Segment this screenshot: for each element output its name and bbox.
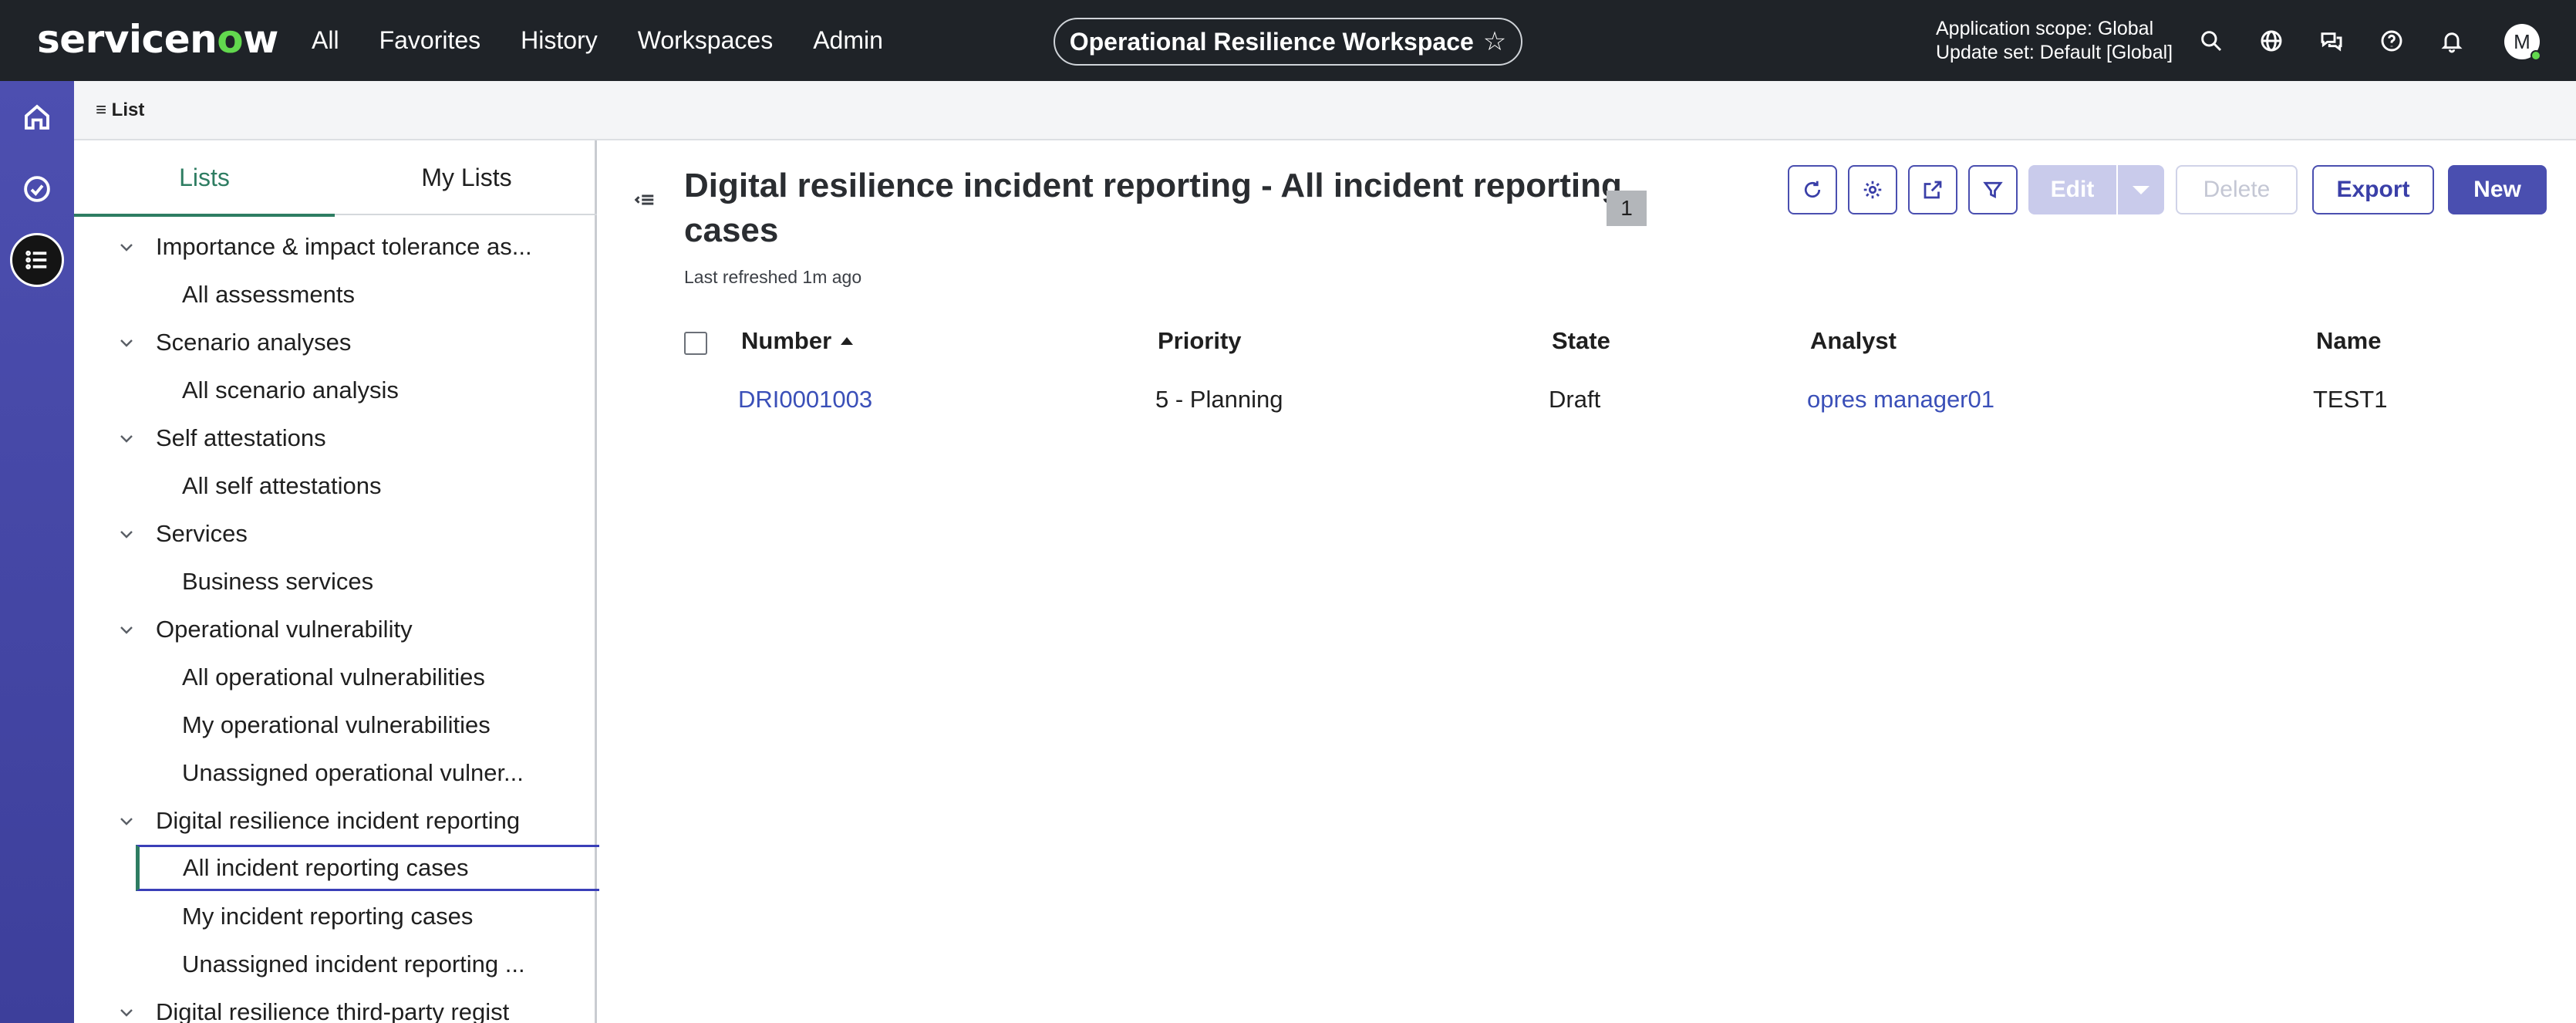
tree-item-unassigned-incident-reporting[interactable]: Unassigned incident reporting ...: [182, 942, 525, 987]
tab-lists[interactable]: Lists: [74, 140, 335, 217]
share-button[interactable]: [1908, 165, 1957, 214]
cell-analyst-link[interactable]: opres manager01: [1807, 376, 1994, 423]
gear-icon: [1863, 181, 1882, 199]
main-nav: All Favorites History Workspaces Admin: [312, 0, 923, 81]
record-count-badge: 1: [1607, 191, 1647, 226]
tree-item-business-services[interactable]: Business services: [182, 559, 373, 604]
search-icon[interactable]: [2181, 29, 2241, 53]
top-navigation-bar: servicenow All Favorites History Workspa…: [0, 0, 2576, 81]
tree-group-importance[interactable]: Importance & impact tolerance as...: [111, 225, 532, 269]
edit-button[interactable]: Edit: [2028, 165, 2116, 214]
collapse-panel-icon[interactable]: [633, 188, 656, 215]
column-header-number[interactable]: Number: [741, 318, 854, 364]
check-circle-icon: [24, 176, 50, 202]
column-header-name[interactable]: Name: [2316, 318, 2381, 364]
chevron-down-icon[interactable]: [111, 333, 142, 352]
page-title: Digital resilience incident reporting - …: [684, 167, 1622, 249]
edit-dropdown-button[interactable]: [2116, 165, 2164, 214]
workspace-pill[interactable]: Operational Resilience Workspace ☆: [1054, 18, 1522, 66]
user-avatar[interactable]: M: [2504, 24, 2541, 61]
help-icon[interactable]: [2362, 29, 2422, 53]
tab-my-lists[interactable]: My Lists: [336, 140, 597, 215]
list-main-area: Digital resilience incident reporting - …: [599, 140, 2576, 1023]
tree-group-services[interactable]: Services: [111, 512, 248, 556]
nav-admin[interactable]: Admin: [813, 26, 883, 55]
workspace-title: Operational Resilience Workspace: [1069, 27, 1474, 56]
cell-state: Draft: [1549, 386, 1601, 413]
tree-group-operational-vulnerability[interactable]: Operational vulnerability: [111, 607, 413, 652]
table-header: Number Priority State Analyst Name: [599, 318, 2576, 364]
chevron-down-icon[interactable]: [111, 238, 142, 256]
chevron-down-icon[interactable]: [111, 525, 142, 543]
servicenow-logo[interactable]: servicenow: [37, 17, 278, 62]
tree-item-unassigned-operational-vulnerabilities[interactable]: Unassigned operational vulner...: [182, 751, 524, 795]
nav-history[interactable]: History: [521, 26, 598, 55]
share-icon: [1924, 181, 1942, 199]
chevron-down-icon[interactable]: [111, 812, 142, 830]
bell-icon[interactable]: [2422, 29, 2482, 53]
tree-item-my-operational-vulnerabilities[interactable]: My operational vulnerabilities: [182, 703, 491, 748]
tree-item-all-operational-vulnerabilities[interactable]: All operational vulnerabilities: [182, 655, 485, 700]
filter-icon: [1983, 181, 2003, 198]
tasks-button[interactable]: [10, 162, 64, 216]
tree-item-all-scenario-analysis[interactable]: All scenario analysis: [182, 368, 399, 413]
star-icon[interactable]: ☆: [1483, 26, 1506, 57]
delete-button[interactable]: Delete: [2176, 165, 2298, 214]
presence-status-dot: [2530, 50, 2541, 61]
column-header-analyst[interactable]: Analyst: [1810, 318, 1897, 364]
left-rail: [0, 81, 74, 1023]
top-icons: [2181, 0, 2482, 81]
chevron-down-icon[interactable]: [111, 1003, 142, 1021]
chevron-down-icon[interactable]: [111, 429, 142, 447]
application-scope[interactable]: Application scope: Global Update set: De…: [1936, 17, 2173, 65]
filter-button[interactable]: [1968, 165, 2018, 214]
refresh-button[interactable]: [1788, 165, 1837, 214]
tree-group-self-attestations[interactable]: Self attestations: [111, 416, 326, 461]
tree-item-all-incident-reporting-cases[interactable]: All incident reporting cases: [136, 845, 643, 891]
lists-tabs: Lists My Lists: [74, 140, 597, 217]
nav-all[interactable]: All: [312, 26, 339, 55]
cell-name: TEST1: [2313, 386, 2388, 413]
nav-workspaces[interactable]: Workspaces: [638, 26, 773, 55]
tree-item-all-assessments[interactable]: All assessments: [182, 272, 355, 317]
table-row: DRI0001003 5 - Planning Draft opres mana…: [599, 376, 2576, 423]
home-icon: [25, 104, 49, 130]
list-icon: [25, 250, 47, 270]
caret-down-icon: [2133, 185, 2149, 194]
last-refreshed-text: Last refreshed 1m ago: [684, 267, 862, 287]
globe-icon[interactable]: [2241, 29, 2301, 53]
chat-icon[interactable]: [2301, 29, 2362, 53]
cell-number-link[interactable]: DRI0001003: [738, 376, 872, 423]
tree-item-my-incident-reporting-cases[interactable]: My incident reporting cases: [182, 894, 473, 939]
column-header-priority[interactable]: Priority: [1158, 318, 1242, 364]
new-button[interactable]: New: [2448, 165, 2547, 214]
sort-ascending-icon: [841, 337, 854, 345]
list-subheader: ≡ List: [74, 81, 2576, 140]
nav-favorites[interactable]: Favorites: [379, 26, 481, 55]
list-tab-label[interactable]: ≡ List: [96, 100, 144, 121]
lists-panel: Lists My Lists Importance & impact toler…: [74, 140, 643, 1023]
tree-item-all-self-attestations[interactable]: All self attestations: [182, 464, 381, 508]
tree-group-digital-resilience-third-party[interactable]: Digital resilience third-party regist: [111, 990, 509, 1023]
column-header-state[interactable]: State: [1552, 318, 1610, 364]
tree-group-digital-resilience-incident-reporting[interactable]: Digital resilience incident reporting: [111, 798, 520, 843]
cell-priority: 5 - Planning: [1155, 386, 1283, 413]
settings-button[interactable]: [1848, 165, 1897, 214]
refresh-icon: [1804, 181, 1821, 198]
home-button[interactable]: [10, 90, 64, 144]
lists-button[interactable]: [10, 233, 64, 287]
chevron-down-icon[interactable]: [111, 620, 142, 639]
export-button[interactable]: Export: [2312, 165, 2434, 214]
tree-group-scenario-analyses[interactable]: Scenario analyses: [111, 320, 351, 365]
